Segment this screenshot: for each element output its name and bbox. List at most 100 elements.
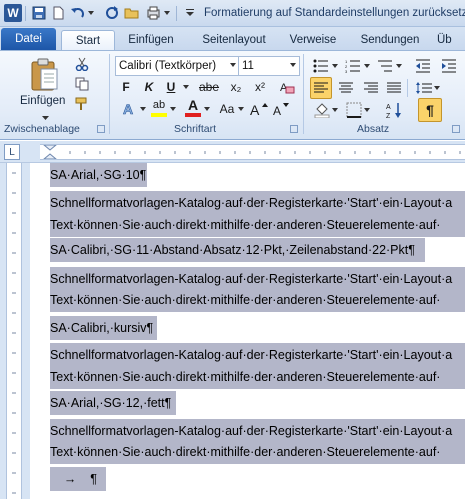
document-line[interactable]: → ¶ [50,467,106,491]
print-dropdown-icon[interactable] [162,5,172,21]
tab-review[interactable]: Üb [437,30,465,50]
font-color-dropdown-icon[interactable] [204,100,210,118]
svg-text:A: A [250,102,260,117]
shrink-font-icon[interactable]: A [272,100,290,118]
paste-dropdown-icon[interactable] [42,111,49,123]
shading-dropdown-icon[interactable] [332,101,338,119]
decrease-indent-icon[interactable] [414,57,432,75]
borders-icon[interactable] [344,101,364,119]
document-line[interactable]: Text·können·Sie·auch·direkt·mithilfe·der… [50,365,465,389]
document-line[interactable]: Schnellformatvorlagen-Katalog·auf·der·Re… [50,343,465,367]
document-line[interactable]: SA·Arial,·SG·10¶ [50,163,147,187]
text-effects-icon[interactable]: A [120,100,138,118]
highlight-color-swatch [151,113,167,117]
clipboard-group-label: Zwischenablage [4,123,80,135]
document-line[interactable]: Text·können·Sie·auch·direkt·mithilfe·der… [50,213,465,237]
font-name-combo[interactable]: Calibri (Textkörper) [115,56,240,76]
shading-icon[interactable] [312,101,332,119]
line-spacing-dropdown-icon[interactable] [434,77,440,99]
numbering-icon[interactable]: 123 [344,57,362,75]
document-line[interactable]: SA·Arial,·SG·12,·fett¶ [50,391,176,415]
document-page[interactable]: SA·Arial,·SG·10¶ Schnellformatvorlagen-K… [30,163,465,499]
font-color-button[interactable]: A [184,97,202,113]
multilevel-list-icon[interactable] [376,57,394,75]
ribbon-tab-row: Datei Start Einfügen Seitenlayout Verwei… [0,27,465,50]
subscript-button[interactable]: x₂ [226,78,246,96]
font-launcher-icon[interactable] [290,125,298,133]
clipboard-launcher-icon[interactable] [97,125,105,133]
document-line[interactable]: SA·Calibri,·SG·11·Abstand·Absatz·12·Pkt,… [50,238,425,262]
tab-mailings[interactable]: Sendungen [352,30,428,50]
paragraph-launcher-icon[interactable] [452,125,460,133]
change-case-button[interactable]: Aa [216,100,238,118]
new-document-icon[interactable] [50,5,66,21]
underline-button[interactable]: U [162,78,180,96]
horizontal-ruler[interactable] [40,144,465,160]
document-line[interactable]: Text·können·Sie·auch·direkt·mithilfe·der… [50,440,465,464]
italic-button[interactable]: K [140,78,158,96]
increase-indent-icon[interactable] [440,57,458,75]
tab-start[interactable]: Start [61,30,115,50]
font-group-label: Schriftart [174,123,217,135]
format-painter-icon[interactable] [74,96,90,112]
superscript-button[interactable]: x² [250,78,270,96]
paste-icon[interactable] [28,57,60,93]
font-size-combo[interactable]: 11 [238,56,300,76]
qat-divider [25,6,26,21]
numbering-dropdown-icon[interactable] [364,57,370,75]
multilevel-dropdown-icon[interactable] [396,57,402,75]
tab-selector-button[interactable]: L [4,144,20,160]
ribbon: Einfügen Zwischenablage Calibri (Textkör… [0,50,465,140]
tab-insert[interactable]: Einfügen [120,30,182,50]
window-title: Formatierung auf Standardeinstellungen z… [204,7,465,19]
align-left-button[interactable] [310,77,332,99]
undo-icon[interactable] [70,5,86,21]
tab-file[interactable]: Datei [1,28,56,50]
document-line[interactable]: SA·Calibri,·kursiv¶ [50,316,157,340]
grow-font-icon[interactable]: A [250,100,268,118]
bullets-icon[interactable] [312,57,330,75]
sort-icon[interactable]: AZ [384,99,406,121]
paragraph-divider [407,79,408,97]
vertical-ruler[interactable] [6,163,22,499]
customize-qat-icon[interactable] [182,5,198,21]
show-formatting-marks-button[interactable]: ¶ [418,98,442,122]
bullets-dropdown-icon[interactable] [332,57,338,75]
highlight-button[interactable]: ab [150,98,168,112]
tab-references[interactable]: Verweise [283,30,343,50]
align-right-button[interactable] [360,77,382,99]
svg-text:Z: Z [386,113,391,119]
open-folder-icon[interactable] [124,5,140,21]
svg-text:A: A [123,101,133,117]
copy-icon[interactable] [74,76,90,92]
line-spacing-icon[interactable] [414,77,434,99]
strikethrough-button[interactable]: abe [196,78,222,96]
svg-text:A: A [386,104,391,111]
underline-dropdown-icon[interactable] [182,78,190,96]
font-name-value: Calibri (Textkörper) [119,60,217,72]
paste-button-label[interactable]: Einfügen [20,95,65,107]
paragraph-group-label: Absatz [357,123,390,135]
undo-dropdown-icon[interactable] [86,5,96,21]
borders-dropdown-icon[interactable] [364,101,370,119]
align-center-button[interactable] [335,77,357,99]
document-line[interactable]: Schnellformatvorlagen-Katalog·auf·der·Re… [50,191,465,215]
qat-divider [176,6,177,21]
justify-button[interactable] [383,77,405,99]
cut-icon[interactable] [74,56,90,72]
redo-icon[interactable] [104,5,120,21]
text-effects-dropdown-icon[interactable] [140,100,146,118]
change-case-dropdown-icon[interactable] [238,100,244,118]
chevron-down-icon [230,63,236,67]
save-icon[interactable] [31,5,47,21]
clear-formatting-icon[interactable]: A [278,78,296,96]
highlight-dropdown-icon[interactable] [170,100,176,118]
chevron-down-icon [290,63,296,67]
group-divider [303,54,304,134]
word-app-icon[interactable]: W [4,4,22,22]
bold-button[interactable]: F [117,78,135,96]
print-preview-icon[interactable] [146,5,162,21]
document-line[interactable]: Text·können·Sie·auch·direkt·mithilfe·der… [50,288,465,312]
tab-page-layout[interactable]: Seitenlayout [194,30,274,50]
font-size-value: 11 [242,60,254,72]
